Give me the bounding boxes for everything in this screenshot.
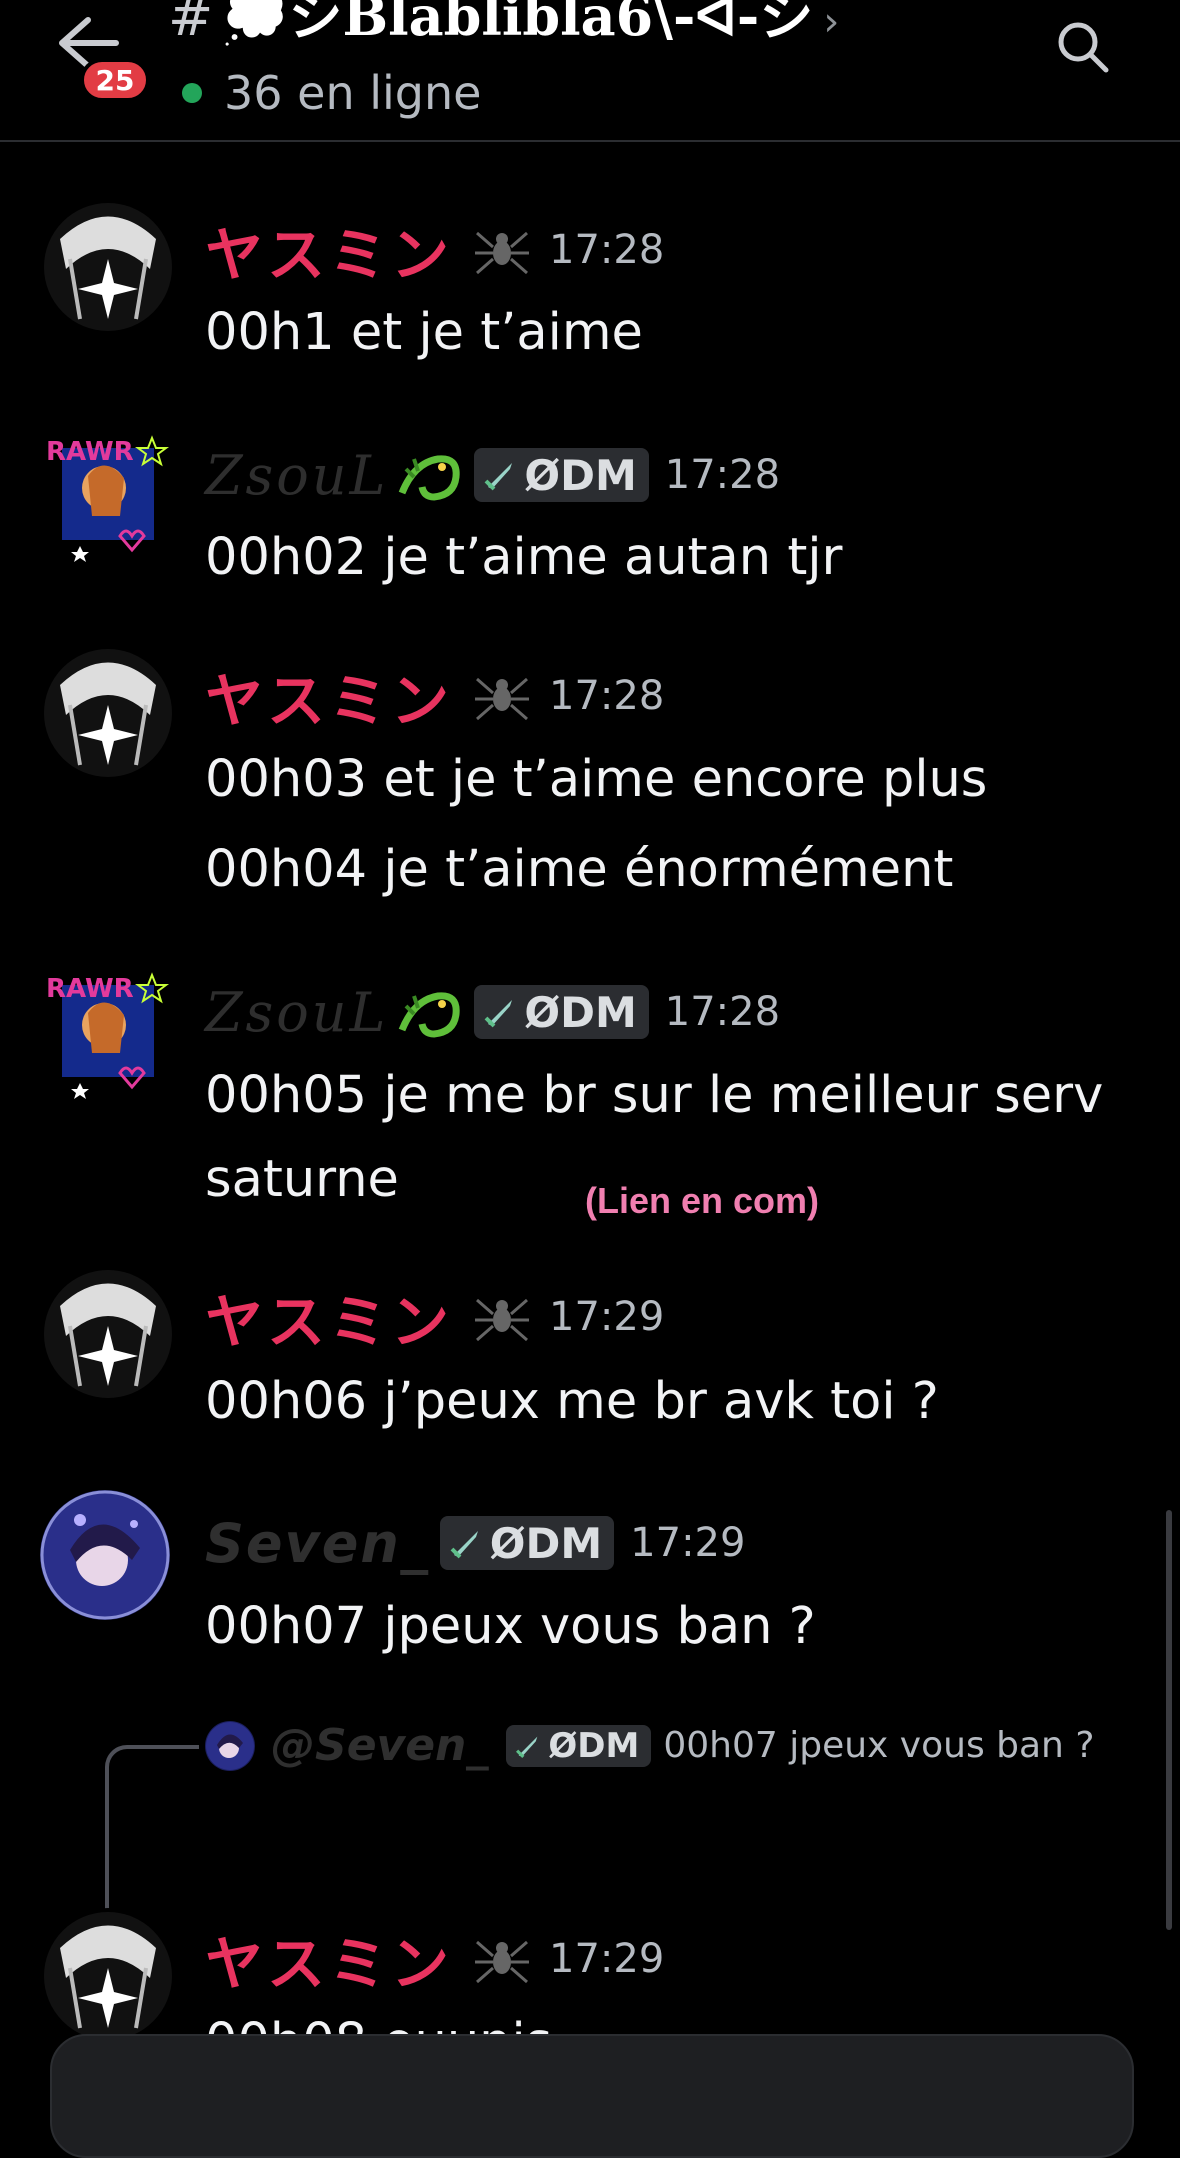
timestamp: 17:28 [549, 227, 665, 273]
avatar[interactable] [40, 1266, 176, 1402]
role-tag[interactable]: ØDM [474, 985, 649, 1039]
sword-icon [516, 1736, 538, 1758]
spider-icon [475, 1940, 530, 1984]
username[interactable]: ZsouL [205, 444, 388, 507]
message-text: saturne [205, 1150, 399, 1209]
dragon-icon [399, 455, 461, 501]
timestamp: 17:29 [630, 1520, 746, 1566]
channel-name: 💭シBlablibla6\-ᐊ-シ [221, 0, 814, 48]
spider-icon [475, 1298, 530, 1342]
sword-icon [450, 1531, 478, 1559]
reply-connector [105, 1745, 199, 1919]
hash-icon: # [168, 0, 214, 48]
message-text: 00h05 je me br sur le meilleur serv [205, 1066, 1104, 1125]
role-tag-label: ØDM [524, 450, 637, 500]
username[interactable]: ZsouL [205, 981, 388, 1044]
promo-text: (Lien en com) [585, 1180, 820, 1221]
timestamp: 17:28 [664, 989, 781, 1035]
online-dot-icon [182, 83, 202, 103]
role-tag-label: ØDM [489, 1518, 603, 1568]
role-tag[interactable]: ØDM [506, 1724, 652, 1767]
reply-mention[interactable]: @Seven_ [271, 1720, 488, 1771]
sword-icon [484, 463, 513, 491]
role-tag[interactable]: ØDM [474, 448, 649, 502]
username[interactable]: Seven_ [205, 1512, 430, 1575]
role-tag[interactable]: ØDM [439, 1516, 615, 1570]
spider-icon [475, 677, 530, 721]
timestamp: 17:28 [664, 452, 781, 498]
avatar[interactable] [40, 199, 176, 335]
sword-icon [484, 1000, 513, 1028]
online-status: 36 en ligne [182, 66, 481, 120]
timestamp: 17:29 [549, 1294, 665, 1340]
online-count: 36 en ligne [224, 66, 482, 120]
scrollbar[interactable] [1166, 1510, 1172, 1930]
message-composer[interactable] [50, 2034, 1134, 2158]
reply-preview[interactable]: @Seven_ ØDM 00h07 jpeux vous ban ? [205, 1720, 1094, 1771]
channel-title[interactable]: # 💭シBlablibla6\-ᐊ-シ › [168, 0, 839, 51]
message-text: 00h03 et je t’aime encore plus [205, 750, 988, 809]
chevron-right-icon: › [823, 0, 840, 45]
username[interactable]: ヤスミン [205, 208, 453, 292]
role-tag-label: ØDM [524, 987, 637, 1037]
username[interactable]: ヤスミン [205, 654, 453, 738]
message-text: 00h1 et je t’aime [205, 303, 643, 362]
timestamp: 17:29 [549, 1936, 665, 1982]
dragon-icon [399, 992, 461, 1038]
spider-icon [475, 231, 530, 275]
username[interactable]: ヤスミン [205, 1275, 453, 1359]
avatar[interactable] [40, 1908, 176, 2044]
channel-header: 25 # 💭シBlablibla6\-ᐊ-シ › 36 en ligne [0, 0, 1180, 142]
reply-avatar [205, 1720, 255, 1771]
reply-text: 00h07 jpeux vous ban ? [663, 1725, 1095, 1766]
message-text: 00h02 je t’aime autan tjr [205, 528, 843, 587]
avatar[interactable]: RAWR [40, 426, 176, 562]
message-text: 00h06 j’peux me br avk toi ? [205, 1372, 939, 1431]
message-text: 00h07 jpeux vous ban ? [205, 1597, 816, 1656]
unread-badge: 25 [80, 58, 150, 102]
svg-text:RAWR: RAWR [46, 437, 134, 467]
avatar[interactable] [40, 1490, 170, 1620]
avatar[interactable] [40, 645, 176, 781]
role-tag-label: ØDM [548, 1725, 640, 1766]
svg-text:RAWR: RAWR [46, 974, 134, 1004]
username[interactable]: ヤスミン [205, 1917, 453, 2001]
message-text: 00h04 je t’aime énormément [205, 840, 954, 899]
avatar[interactable]: RAWR [40, 963, 176, 1099]
timestamp: 17:28 [549, 673, 665, 719]
search-icon[interactable] [1054, 18, 1110, 74]
